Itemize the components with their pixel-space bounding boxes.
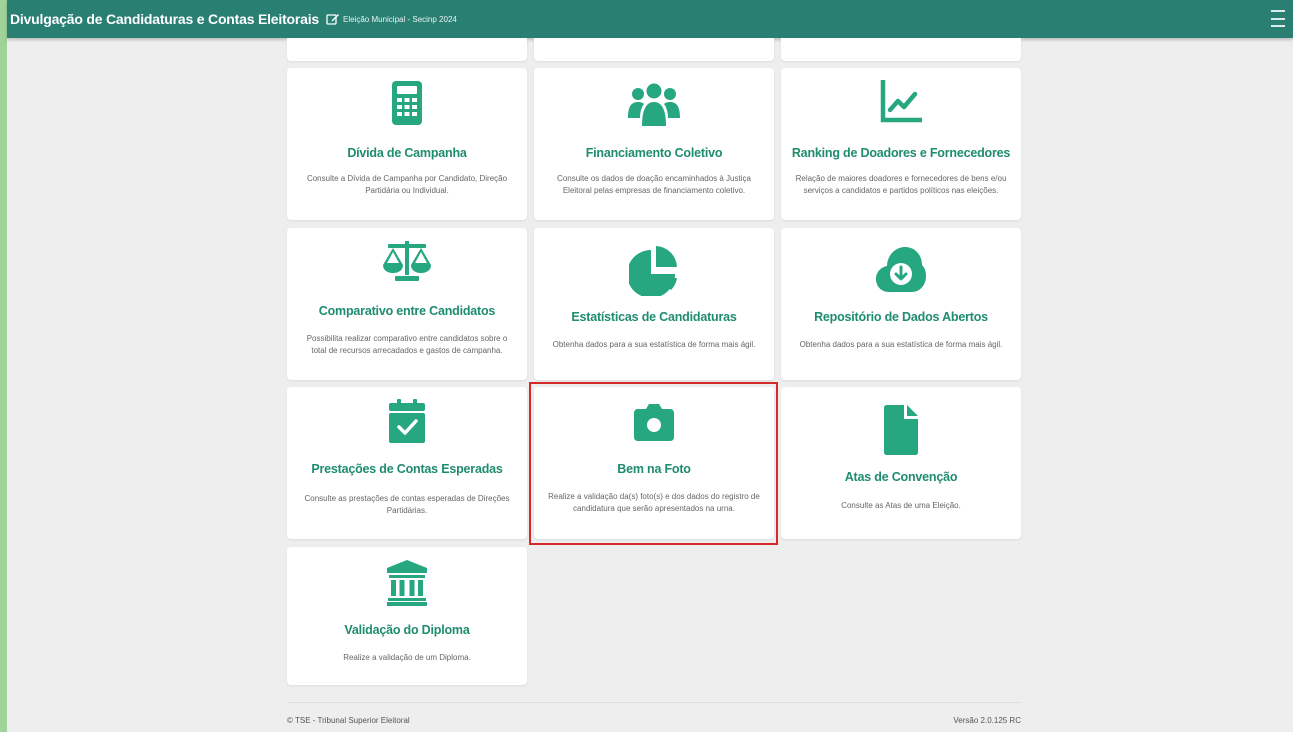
- cloud-download-icon: [781, 244, 1021, 294]
- card-title: Comparativo entre Candidatos: [318, 304, 496, 318]
- calendar-check-icon: [287, 398, 527, 444]
- card-title: Prestações de Contas Esperadas: [311, 462, 503, 476]
- card-comparativo-candidatos[interactable]: Comparativo entre Candidatos Possibilita…: [287, 228, 527, 380]
- card-description: Possibilita realizar comparativo entre c…: [306, 334, 508, 355]
- card-title: Financiamento Coletivo: [585, 146, 723, 160]
- line-chart-icon: [781, 80, 1021, 124]
- card-partial: [287, 38, 527, 61]
- card-validacao-diploma[interactable]: Validação do Diploma Realize a validação…: [287, 547, 527, 685]
- institution-icon: [287, 560, 527, 606]
- card-prestacoes-contas[interactable]: Prestações de Contas Esperadas Consulte …: [287, 387, 527, 539]
- card-description: Realize a validação de um Diploma.: [343, 653, 471, 662]
- card-bem-na-foto[interactable]: Bem na Foto Realize a validação da(s) fo…: [534, 387, 774, 539]
- card-atas-convencao[interactable]: Atas de Convenção Consulte as Atas de um…: [781, 387, 1021, 539]
- card-repositorio-dados[interactable]: Repositório de Dados Abertos Obtenha dad…: [781, 228, 1021, 380]
- card-divida-campanha[interactable]: Dívida de Campanha Consulte a Dívida de …: [287, 68, 527, 220]
- card-title: Atas de Convenção: [844, 470, 958, 484]
- card-description: Consulte os dados de doação encaminhados…: [557, 174, 751, 195]
- edit-icon[interactable]: [326, 12, 340, 26]
- card-title: Repositório de Dados Abertos: [814, 310, 988, 324]
- balance-scale-icon: [287, 238, 527, 282]
- card-partial: [534, 38, 774, 61]
- left-strip: [0, 0, 7, 732]
- top-navbar: Divulgação de Candidaturas e Contas Elei…: [7, 0, 1293, 38]
- card-title: Dívida de Campanha: [347, 146, 467, 160]
- card-ranking-doadores[interactable]: Ranking de Doadores e Fornecedores Relaç…: [781, 68, 1021, 220]
- footer-version: Versão 2.0.125 RC: [953, 716, 1021, 725]
- card-description: Obtenha dados para a sua estatística de …: [799, 340, 1003, 349]
- card-title: Bem na Foto: [617, 462, 691, 476]
- card-partial: [781, 38, 1021, 61]
- camera-icon: [534, 402, 774, 442]
- hamburger-menu-icon[interactable]: [1271, 10, 1285, 27]
- card-title: Ranking de Doadores e Fornecedores: [791, 146, 1011, 160]
- footer-divider: [287, 702, 1021, 703]
- election-name[interactable]: Eleição Municipal - Secinp 2024: [343, 15, 457, 24]
- footer-copyright: © TSE - Tribunal Superior Eleitoral: [287, 716, 410, 725]
- card-description: Consulte as prestações de contas esperad…: [304, 494, 510, 515]
- card-estatisticas-candidaturas[interactable]: Estatísticas de Candidaturas Obtenha dad…: [534, 228, 774, 380]
- card-description: Realize a validação da(s) foto(s) e dos …: [548, 492, 760, 513]
- card-title: Estatísticas de Candidaturas: [571, 310, 737, 324]
- file-icon: [781, 405, 1021, 455]
- card-description: Consulte as Atas de uma Eleição.: [841, 501, 961, 510]
- card-title: Validação do Diploma: [344, 623, 470, 637]
- users-icon: [534, 80, 774, 126]
- card-financiamento-coletivo[interactable]: Financiamento Coletivo Consulte os dados…: [534, 68, 774, 220]
- app-title[interactable]: Divulgação de Candidaturas e Contas Elei…: [10, 11, 319, 27]
- card-description: Relação de maiores doadores e fornecedor…: [795, 174, 1007, 195]
- card-description: Obtenha dados para a sua estatística de …: [552, 340, 756, 349]
- calculator-icon: [287, 80, 527, 126]
- card-description: Consulte a Dívida de Campanha por Candid…: [306, 174, 508, 195]
- pie-chart-icon: [534, 244, 774, 296]
